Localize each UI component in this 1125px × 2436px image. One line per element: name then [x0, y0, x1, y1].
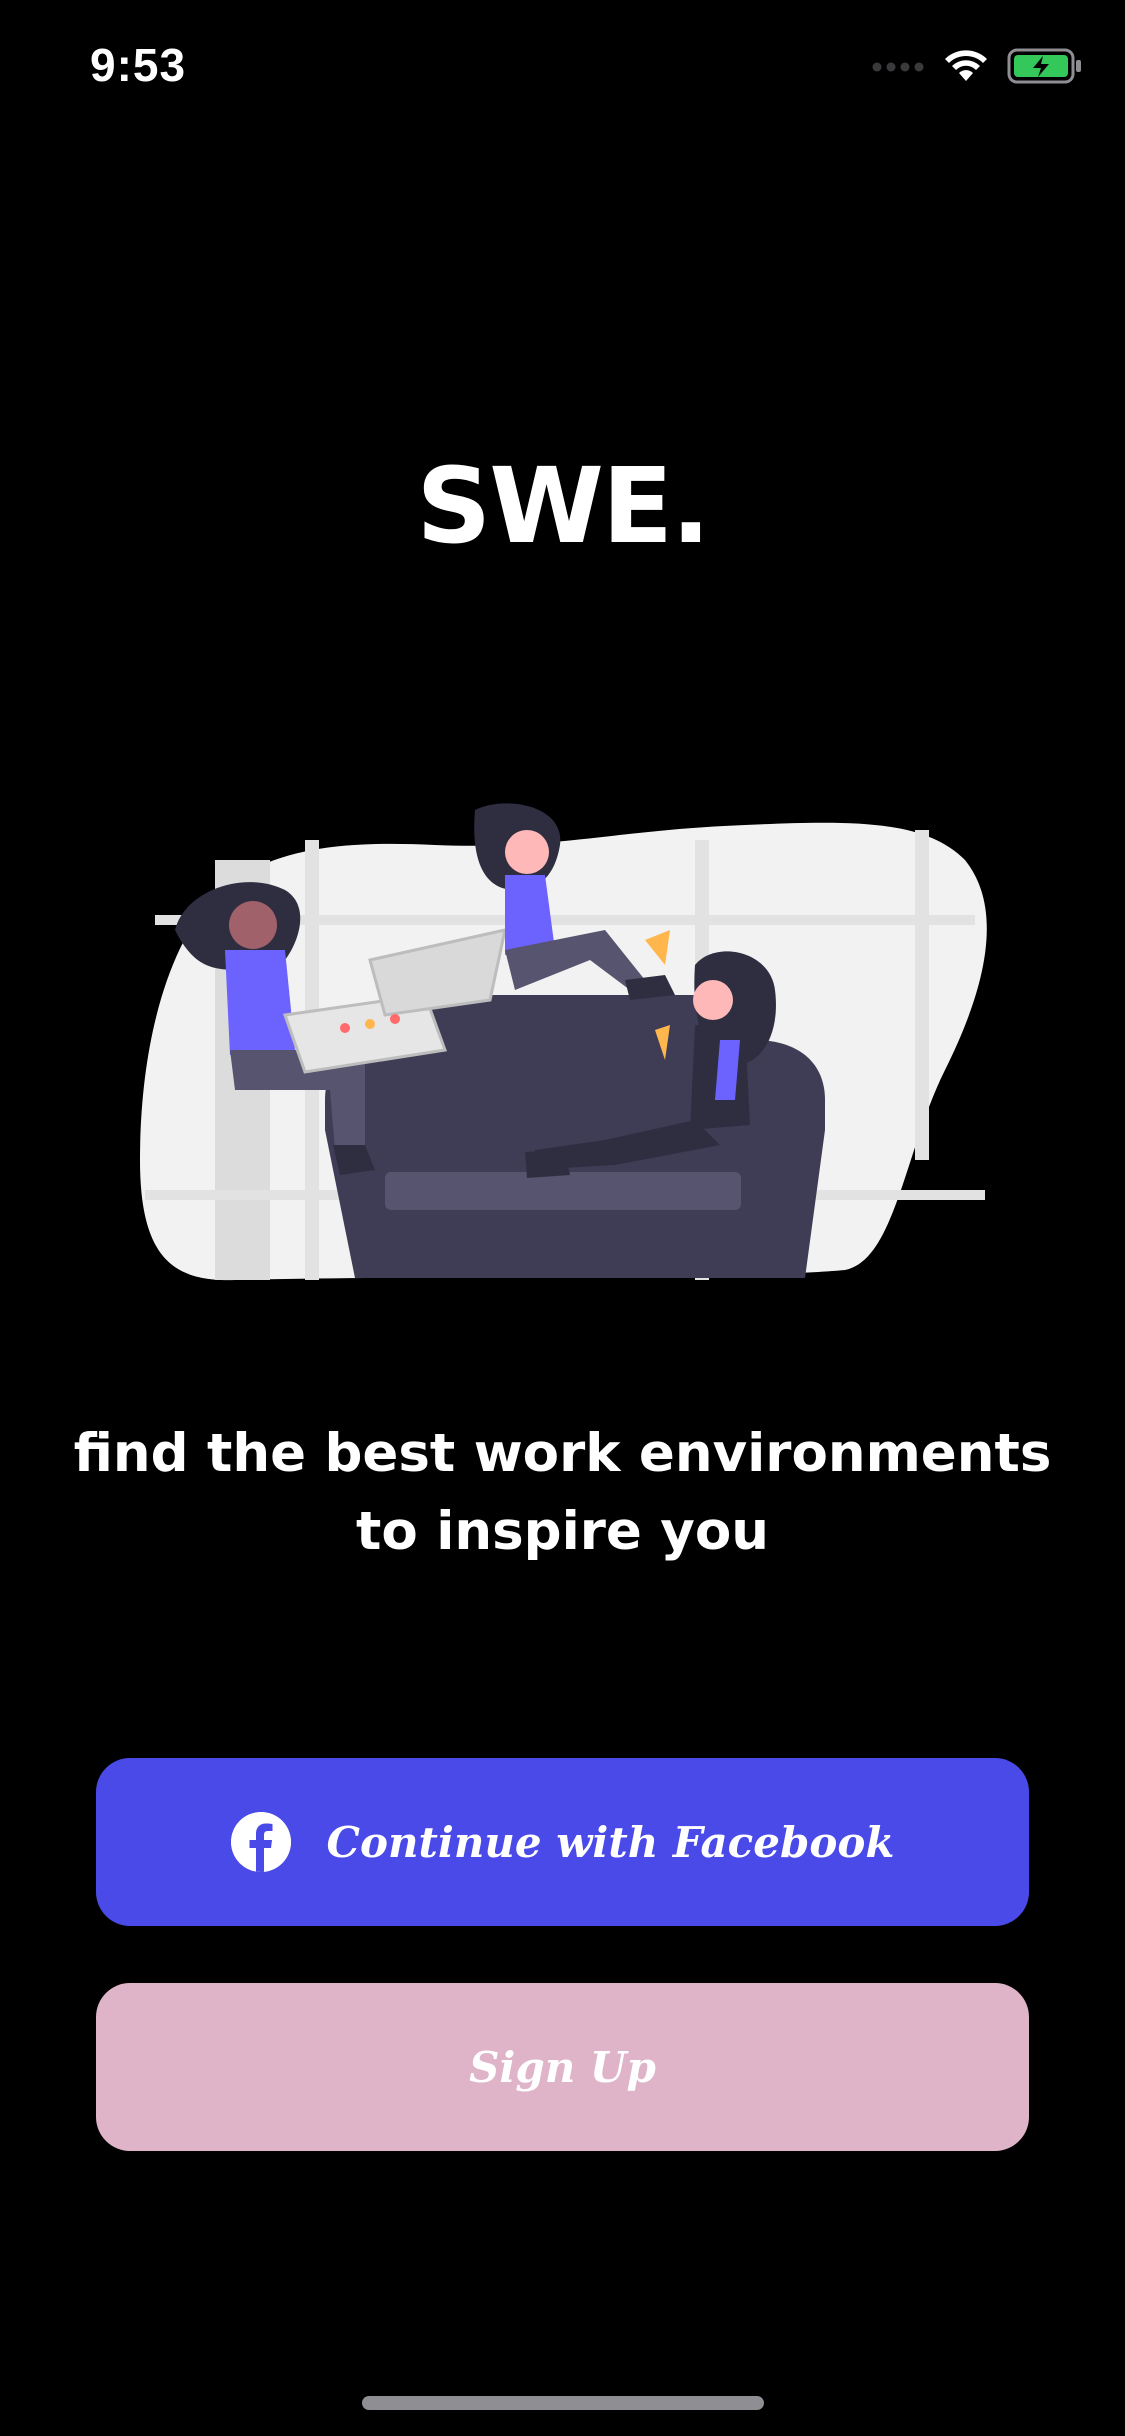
hero-illustration [135, 800, 995, 1290]
home-indicator[interactable] [362, 2396, 764, 2410]
battery-charging-icon [1007, 48, 1083, 88]
signal-icon [871, 59, 925, 78]
friends-on-couch-illustration [140, 803, 987, 1281]
sign-up-button-label: Sign Up [469, 2042, 656, 2092]
status-time: 9:53 [90, 39, 187, 91]
status-bar: 9:53 [0, 0, 1125, 140]
sign-up-button[interactable]: Sign Up [96, 1983, 1029, 2151]
status-icons [871, 48, 1083, 88]
facebook-icon [230, 1812, 291, 1872]
facebook-button-label: Continue with Facebook [326, 1817, 895, 1867]
wifi-icon [943, 49, 989, 87]
continue-with-facebook-button[interactable]: Continue with Facebook [96, 1758, 1029, 1926]
app-title: SWE. [416, 445, 710, 567]
tagline: find the best work environments to inspi… [73, 1423, 1052, 1562]
